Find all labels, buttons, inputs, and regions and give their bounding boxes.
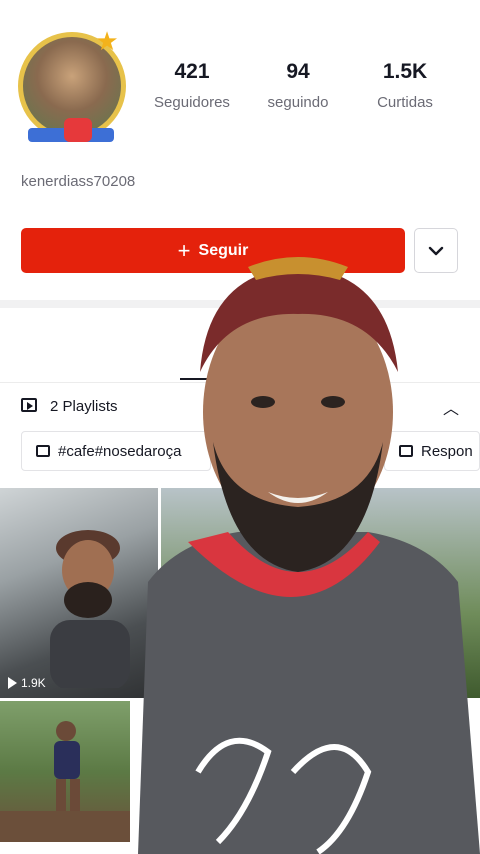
- stat-following[interactable]: 94 seguindo: [243, 60, 353, 111]
- camera-icon: [64, 118, 92, 142]
- view-count-label: 1.9K: [21, 676, 46, 690]
- playlist-icon: [21, 398, 37, 412]
- likes-label: Curtidas: [377, 94, 433, 111]
- likes-count: 1.5K: [382, 60, 428, 83]
- creator-face-overlay: [138, 257, 480, 854]
- username: kenerdiass70208: [21, 173, 136, 190]
- followers-count: 421: [174, 60, 210, 83]
- person-thumbnail: [50, 530, 130, 688]
- play-icon: [8, 677, 17, 689]
- worker-thumbnail: [0, 721, 130, 842]
- playlist-icon: [36, 445, 50, 457]
- star-icon: ★: [95, 26, 119, 56]
- view-count: 1.9K: [8, 676, 46, 690]
- stat-followers[interactable]: 421 Seguidores: [137, 60, 247, 111]
- following-label: seguindo: [267, 94, 329, 111]
- followers-label: Seguidores: [154, 94, 230, 111]
- stat-likes[interactable]: 1.5K Curtidas: [350, 60, 460, 111]
- playlists-count-label: 2 Playlists: [50, 398, 118, 415]
- video-thumbnail[interactable]: [0, 701, 130, 842]
- following-count: 94: [286, 60, 310, 83]
